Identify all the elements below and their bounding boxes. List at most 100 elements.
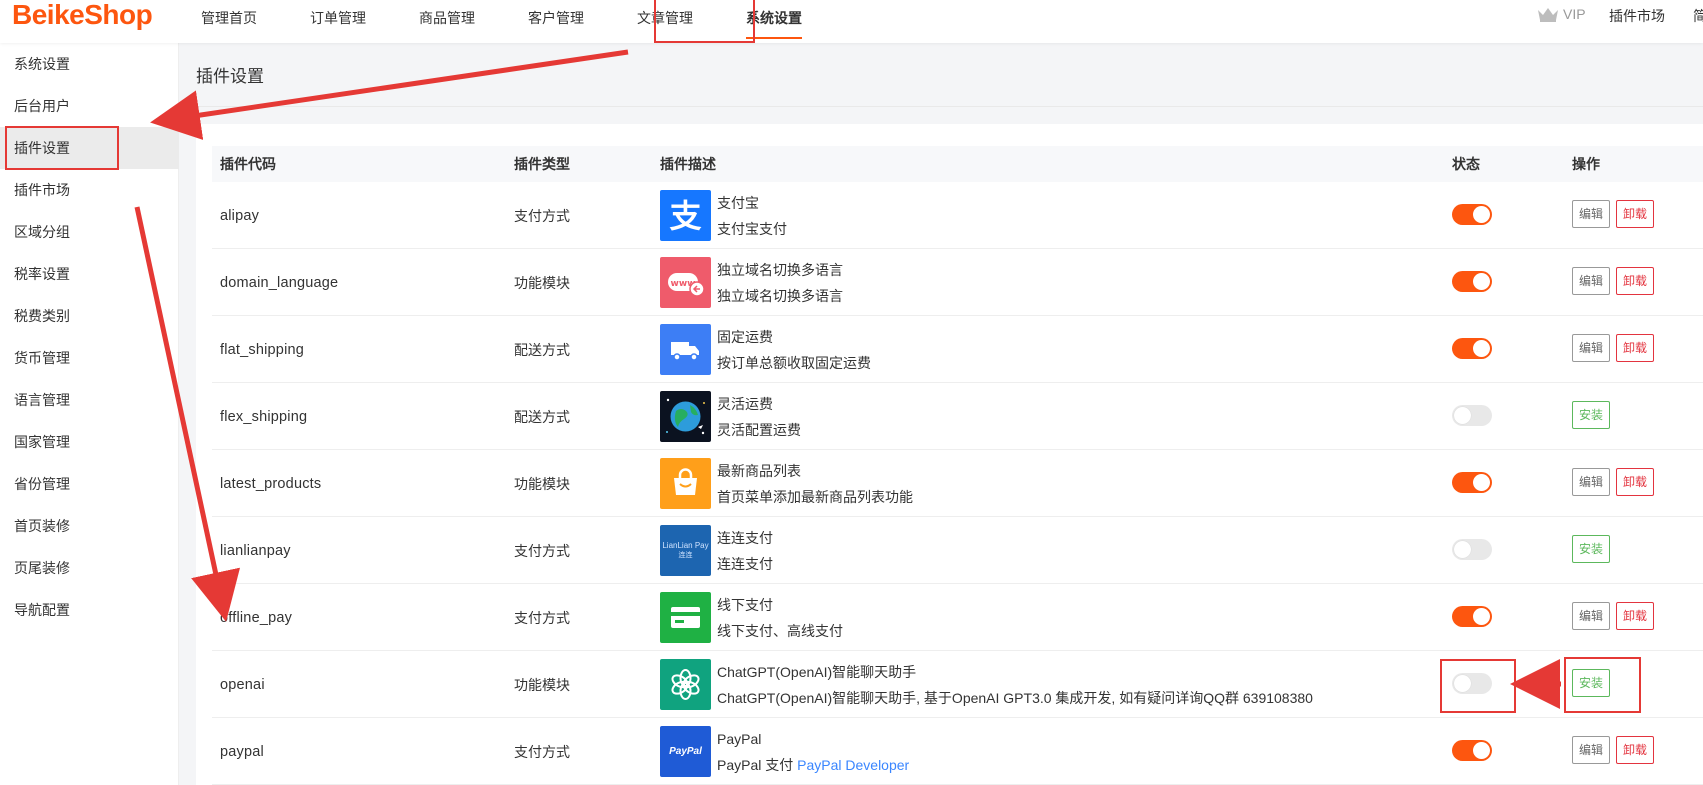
title-divider bbox=[180, 106, 1703, 107]
plugin-code: offline_pay bbox=[220, 609, 293, 626]
www-icon: www bbox=[660, 257, 711, 308]
plugin-description: 灵活运费 灵活配置运费 bbox=[660, 383, 801, 450]
status-toggle[interactable] bbox=[1452, 539, 1492, 560]
column-header-desc: 插件描述 bbox=[660, 156, 716, 172]
plugin-desc-text: 线下支付、高线支付 bbox=[717, 622, 843, 639]
edit-button[interactable]: 编辑 bbox=[1572, 200, 1611, 228]
sidebar-item-system-settings[interactable]: 系统设置 bbox=[0, 43, 179, 85]
status-toggle[interactable] bbox=[1452, 606, 1492, 627]
plugin-description: www 独立域名切换多语言 独立域名切换多语言 bbox=[660, 249, 843, 316]
nav-item-dashboard[interactable]: 管理首页 bbox=[190, 0, 268, 43]
sidebar-item-languages[interactable]: 语言管理 bbox=[0, 379, 179, 421]
status-toggle[interactable] bbox=[1452, 271, 1492, 292]
plugin-description: LianLian Pay 连连 连连支付 连连支付 bbox=[660, 517, 773, 584]
vip-label: VIP bbox=[1563, 6, 1586, 22]
status-toggle[interactable] bbox=[1452, 204, 1492, 225]
plugin-desc-text: 支付宝支付 bbox=[717, 220, 787, 237]
edit-button[interactable]: 编辑 bbox=[1572, 468, 1611, 496]
table-row: flex_shipping 配送方式 灵活运费 灵活配置运费 安装 bbox=[212, 383, 1703, 450]
column-header-status: 状态 bbox=[1452, 156, 1480, 172]
plugin-code: paypal bbox=[220, 743, 264, 760]
column-header-action: 操作 bbox=[1572, 156, 1600, 172]
sidebar-item-tax-classes[interactable]: 税费类别 bbox=[0, 295, 179, 337]
table-row: lianlianpay 支付方式 LianLian Pay 连连 连连支付 连连… bbox=[212, 517, 1703, 584]
uninstall-button[interactable]: 卸载 bbox=[1616, 200, 1655, 228]
plugin-name: ChatGPT(OpenAI)智能聊天助手 bbox=[717, 663, 917, 680]
column-header-code: 插件代码 bbox=[220, 156, 276, 172]
table-row: alipay 支付方式 支 支付宝 支付宝支付 编辑 卸载 bbox=[212, 182, 1703, 249]
sidebar-item-plugin-market[interactable]: 插件市场 bbox=[0, 169, 179, 211]
lianlian-icon-subtext: 连连 bbox=[678, 552, 693, 559]
table-row: offline_pay 支付方式 线下支付 线下支付、高线支付 编辑 卸载 bbox=[212, 584, 1703, 651]
uninstall-button[interactable]: 卸载 bbox=[1616, 334, 1655, 362]
plugin-description: ChatGPT(OpenAI)智能聊天助手 ChatGPT(OpenAI)智能聊… bbox=[660, 651, 1313, 718]
plugin-desc-text: 灵活配置运费 bbox=[717, 421, 801, 438]
annotation-box-plugin-settings bbox=[5, 126, 119, 170]
plugin-market-link[interactable]: 插件市场 bbox=[1609, 6, 1665, 26]
plugin-name: 连连支付 bbox=[717, 529, 773, 546]
status-toggle[interactable] bbox=[1452, 338, 1492, 359]
annotation-box-status-toggle bbox=[1440, 659, 1516, 713]
plugin-code: flex_shipping bbox=[220, 408, 308, 425]
nav-item-orders[interactable]: 订单管理 bbox=[299, 0, 377, 43]
sidebar-item-currencies[interactable]: 货币管理 bbox=[0, 337, 179, 379]
status-toggle[interactable] bbox=[1452, 405, 1492, 426]
paypal-icon-text: PayPal bbox=[669, 746, 702, 757]
uninstall-button[interactable]: 卸载 bbox=[1616, 602, 1655, 630]
sidebar-item-menu-config[interactable]: 导航配置 bbox=[0, 589, 179, 631]
sidebar-item-provinces[interactable]: 省份管理 bbox=[0, 463, 179, 505]
plugin-description: 固定运费 按订单总额收取固定运费 bbox=[660, 316, 871, 383]
plugin-code: latest_products bbox=[220, 475, 322, 492]
sidebar-item-admin-users[interactable]: 后台用户 bbox=[0, 85, 179, 127]
nav-item-customers[interactable]: 客户管理 bbox=[517, 0, 595, 43]
plugin-type: 支付方式 bbox=[514, 609, 570, 626]
install-button[interactable]: 安装 bbox=[1572, 535, 1611, 563]
uninstall-button[interactable]: 卸载 bbox=[1616, 468, 1655, 496]
plugin-type: 功能模块 bbox=[514, 676, 570, 693]
install-button[interactable]: 安装 bbox=[1572, 401, 1611, 429]
plugin-code: alipay bbox=[220, 207, 260, 224]
plugin-name: 支付宝 bbox=[717, 194, 759, 211]
plugin-desc-text: PayPal 支付 PayPal Developer bbox=[717, 752, 909, 778]
vip-link[interactable]: VIP bbox=[1537, 6, 1586, 22]
table-row: domain_language 功能模块 www 独立域名切换多语言 独立域名切… bbox=[212, 249, 1703, 316]
plugin-description: 最新商品列表 首页菜单添加最新商品列表功能 bbox=[660, 450, 913, 517]
language-switch[interactable]: 简 bbox=[1693, 6, 1703, 26]
plugin-type: 功能模块 bbox=[514, 274, 570, 291]
nav-item-products[interactable]: 商品管理 bbox=[408, 0, 486, 43]
svg-text:支: 支 bbox=[669, 197, 701, 235]
column-header-type: 插件类型 bbox=[514, 156, 570, 172]
sidebar-item-countries[interactable]: 国家管理 bbox=[0, 421, 179, 463]
plugin-code: flat_shipping bbox=[220, 341, 305, 358]
sidebar-item-footer-design[interactable]: 页尾装修 bbox=[0, 547, 179, 589]
edit-button[interactable]: 编辑 bbox=[1572, 736, 1611, 764]
brand-logo[interactable]: BeikeShop bbox=[12, 0, 153, 30]
shopping-bag-icon bbox=[660, 458, 711, 509]
sidebar-item-zone-groups[interactable]: 区域分组 bbox=[0, 211, 179, 253]
plugin-desc-text: 按订单总额收取固定运费 bbox=[717, 354, 871, 371]
uninstall-button[interactable]: 卸载 bbox=[1616, 267, 1655, 295]
status-toggle[interactable] bbox=[1452, 740, 1492, 761]
openai-icon bbox=[660, 659, 711, 710]
plugin-type: 配送方式 bbox=[514, 408, 570, 425]
sidebar-item-tax-rates[interactable]: 税率设置 bbox=[0, 253, 179, 295]
plugin-name: 灵活运费 bbox=[717, 395, 773, 412]
paypal-developer-link[interactable]: PayPal Developer bbox=[797, 757, 909, 773]
plugin-desc-text: 连连支付 bbox=[717, 555, 773, 572]
plugin-desc-text: 独立域名切换多语言 bbox=[717, 287, 843, 304]
plugin-type: 配送方式 bbox=[514, 341, 570, 358]
lianlian-pay-icon: LianLian Pay 连连 bbox=[660, 525, 711, 576]
edit-button[interactable]: 编辑 bbox=[1572, 267, 1611, 295]
sidebar-item-home-design[interactable]: 首页装修 bbox=[0, 505, 179, 547]
plugin-code: openai bbox=[220, 676, 265, 693]
plugin-name: 最新商品列表 bbox=[717, 462, 801, 479]
plugin-type: 支付方式 bbox=[514, 207, 570, 224]
credit-card-icon bbox=[660, 592, 711, 643]
table-row: paypal 支付方式 PayPal PayPal PayPal 支付 PayP… bbox=[212, 718, 1703, 785]
status-toggle[interactable] bbox=[1452, 472, 1492, 493]
uninstall-button[interactable]: 卸载 bbox=[1616, 736, 1655, 764]
plugin-description: 线下支付 线下支付、高线支付 bbox=[660, 584, 843, 651]
plugin-name: PayPal bbox=[717, 730, 762, 747]
edit-button[interactable]: 编辑 bbox=[1572, 334, 1611, 362]
edit-button[interactable]: 编辑 bbox=[1572, 602, 1611, 630]
